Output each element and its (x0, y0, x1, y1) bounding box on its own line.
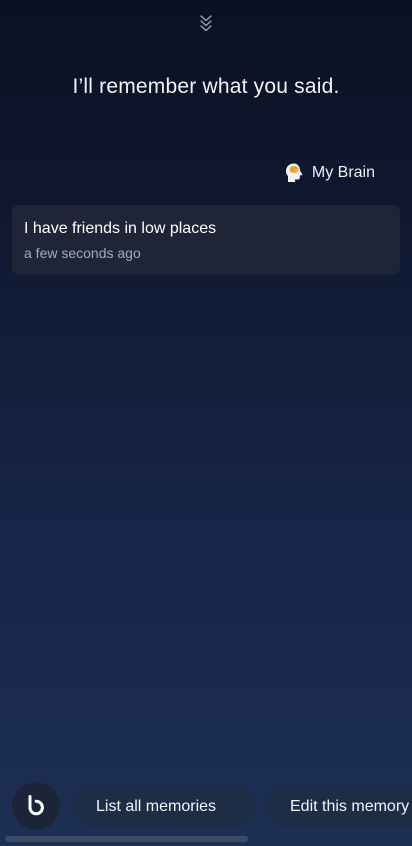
list-all-memories-chip[interactable]: List all memories (72, 787, 254, 827)
bixby-button[interactable] (12, 782, 60, 830)
memory-text: I have friends in low places (24, 220, 217, 237)
suggestion-bar: List all memories Edit this memory (0, 782, 412, 832)
edit-this-memory-chip[interactable]: Edit this memory (266, 787, 412, 827)
double-chevron-down-icon[interactable] (198, 13, 214, 33)
horizontal-scrollbar[interactable] (5, 836, 248, 842)
my-brain-label: My Brain (311, 164, 375, 181)
memory-card[interactable]: I have friends in low places a few secon… (12, 205, 400, 275)
assistant-response: I’ll remember what you said. (72, 75, 340, 98)
brain-icon (285, 163, 303, 182)
bixby-icon (28, 795, 44, 816)
my-brain-source[interactable]: My Brain (284, 160, 375, 186)
memory-timestamp: a few seconds ago (24, 245, 141, 261)
